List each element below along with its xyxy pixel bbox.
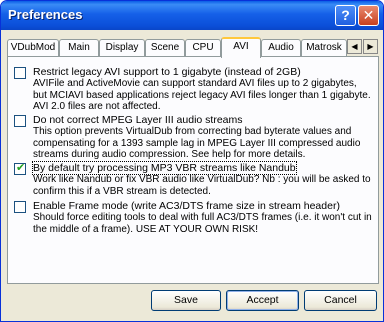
save-button[interactable]: Save bbox=[151, 290, 221, 311]
tab-strip: VDubMod Main Display Scene CPU AVI Audio… bbox=[7, 37, 379, 58]
tab-cpu[interactable]: CPU bbox=[185, 39, 221, 56]
help-button[interactable]: ? bbox=[335, 5, 356, 26]
tab-scroll-arrows: ◀ ▶ bbox=[347, 39, 378, 54]
close-icon: ✕ bbox=[362, 7, 375, 23]
restrict-legacy-avi-label[interactable]: Restrict legacy AVI support to 1 gigabyt… bbox=[33, 66, 301, 78]
no-mp3-correction-checkbox[interactable] bbox=[14, 115, 26, 127]
accept-button[interactable]: Accept bbox=[226, 290, 299, 311]
tab-audio[interactable]: Audio bbox=[261, 39, 301, 56]
no-mp3-correction-description: This option prevents VirtualDub from cor… bbox=[33, 126, 361, 160]
tab-display[interactable]: Display bbox=[99, 39, 145, 56]
mp3-vbr-nandub-checkbox[interactable]: ✔ bbox=[14, 162, 26, 175]
tab-scroll-left-icon[interactable]: ◀ bbox=[347, 39, 362, 54]
tab-scroll-right-icon[interactable]: ▶ bbox=[363, 39, 378, 54]
no-mp3-correction-label[interactable]: Do not correct MPEG Layer III audio stre… bbox=[33, 114, 243, 126]
tab-avi[interactable]: AVI bbox=[221, 37, 261, 58]
avi-settings-panel: Restrict legacy AVI support to 1 gigabyt… bbox=[7, 56, 379, 284]
preferences-window: Preferences ? ✕ VDubMod Main Display Sce… bbox=[0, 0, 384, 322]
checkmark-icon: ✔ bbox=[16, 162, 26, 174]
tab-vdubmod[interactable]: VDubMod bbox=[7, 39, 59, 56]
tab-scene[interactable]: Scene bbox=[145, 39, 185, 56]
restrict-legacy-avi-checkbox[interactable] bbox=[14, 67, 26, 79]
restrict-legacy-avi-description: AVIFile and ActiveMovie can support stan… bbox=[33, 78, 371, 112]
mp3-vbr-nandub-description: Work like Nandub or fix VBR audio like V… bbox=[33, 174, 371, 197]
cancel-button[interactable]: Cancel bbox=[304, 290, 377, 311]
close-button[interactable]: ✕ bbox=[358, 5, 379, 26]
window-title: Preferences bbox=[8, 7, 83, 22]
frame-mode-label[interactable]: Enable Frame mode (write AC3/DTS frame s… bbox=[33, 200, 340, 212]
tab-matroska[interactable]: Matrosk bbox=[301, 39, 347, 56]
mp3-vbr-nandub-label[interactable]: By default try processing MP3 VBR stream… bbox=[32, 161, 297, 175]
title-bar[interactable]: Preferences ? ✕ bbox=[1, 1, 383, 30]
frame-mode-checkbox[interactable] bbox=[14, 201, 26, 213]
frame-mode-description: Should force editing tools to deal with … bbox=[33, 212, 372, 235]
tab-main[interactable]: Main bbox=[59, 39, 99, 56]
help-icon: ? bbox=[341, 7, 350, 23]
